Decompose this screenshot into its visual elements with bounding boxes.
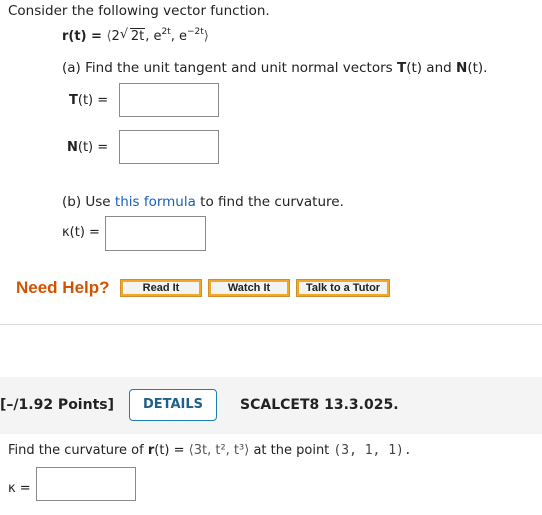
q2-vector: ⟨3t, t², t³⟩	[188, 443, 250, 458]
T-symbol: T	[396, 60, 407, 76]
coefficient: 2	[111, 29, 120, 44]
part-a-prefix: (a) Find the unit tangent and unit norma…	[62, 60, 397, 76]
T-label-bold: T	[69, 93, 78, 108]
q2-prefix: Find the curvature of	[8, 443, 148, 458]
q2-point: (3, 1, 1).	[333, 443, 412, 458]
T-label-rest: (t) =	[77, 93, 109, 108]
read-it-button[interactable]: Read It	[120, 279, 202, 297]
watch-it-button[interactable]: Watch It	[208, 279, 290, 297]
points-label: [–/1.92 Points]	[0, 397, 114, 413]
question-intro: Consider the following vector function.	[8, 3, 270, 19]
details-button[interactable]: DETAILS	[129, 389, 217, 421]
q2-curvature-answer-field[interactable]	[36, 467, 136, 501]
talk-to-tutor-label: Talk to a Tutor	[299, 282, 387, 294]
part-b-prefix: (b) Use	[62, 194, 115, 210]
part-a-prompt: (a) Find the unit tangent and unit norma…	[62, 60, 487, 76]
radical-sign: √	[119, 27, 129, 42]
and-text: and	[422, 60, 456, 76]
q2-kappa-label: κ =	[8, 481, 31, 496]
curvature-answer-field[interactable]	[105, 216, 206, 251]
T-answer-field[interactable]	[119, 83, 219, 117]
source-reference: SCALCET8 13.3.025.	[240, 397, 399, 413]
N-label-bold: N	[67, 140, 78, 155]
N-answer-field[interactable]	[119, 130, 219, 164]
kappa-label: κ(t) =	[62, 225, 100, 240]
N-label-rest: (t) =	[77, 140, 109, 155]
formula-link[interactable]: this formula	[115, 194, 196, 210]
q2-at-point: at the point	[249, 443, 334, 458]
radicand: 2t	[129, 28, 146, 44]
watch-it-label: Watch It	[211, 282, 287, 294]
section-divider	[0, 324, 542, 325]
period: .	[483, 60, 488, 76]
sep-e2: , e	[170, 29, 187, 44]
sep-e1: , e	[145, 29, 162, 44]
sqrt-expression: √ 2t	[119, 27, 146, 44]
need-help-label: Need Help?	[16, 278, 110, 297]
N-label: N(t) =	[67, 140, 108, 155]
exponent-2: −2t	[186, 27, 204, 37]
question-2-prompt: Find the curvature of r(t) = ⟨3t, t², t³…	[8, 443, 412, 458]
q2-r-rest: (t) =	[154, 443, 189, 458]
T-label: T(t) =	[69, 93, 108, 108]
part-b-prompt: (b) Use this formula to find the curvatu…	[62, 194, 344, 210]
vector-function: r(t) = ⟨2 √ 2t, e2t, e−2t⟩	[62, 27, 209, 44]
talk-to-tutor-button[interactable]: Talk to a Tutor	[296, 279, 390, 297]
N-arg: (t)	[467, 60, 484, 76]
part-b-suffix: to find the curvature.	[195, 194, 344, 210]
T-arg: (t)	[406, 60, 423, 76]
read-it-label: Read It	[123, 282, 199, 294]
exponent-1: 2t	[161, 27, 171, 37]
N-symbol: N	[456, 60, 468, 76]
r-label: r(t) =	[62, 29, 107, 44]
close-angle: ⟩	[203, 29, 209, 44]
